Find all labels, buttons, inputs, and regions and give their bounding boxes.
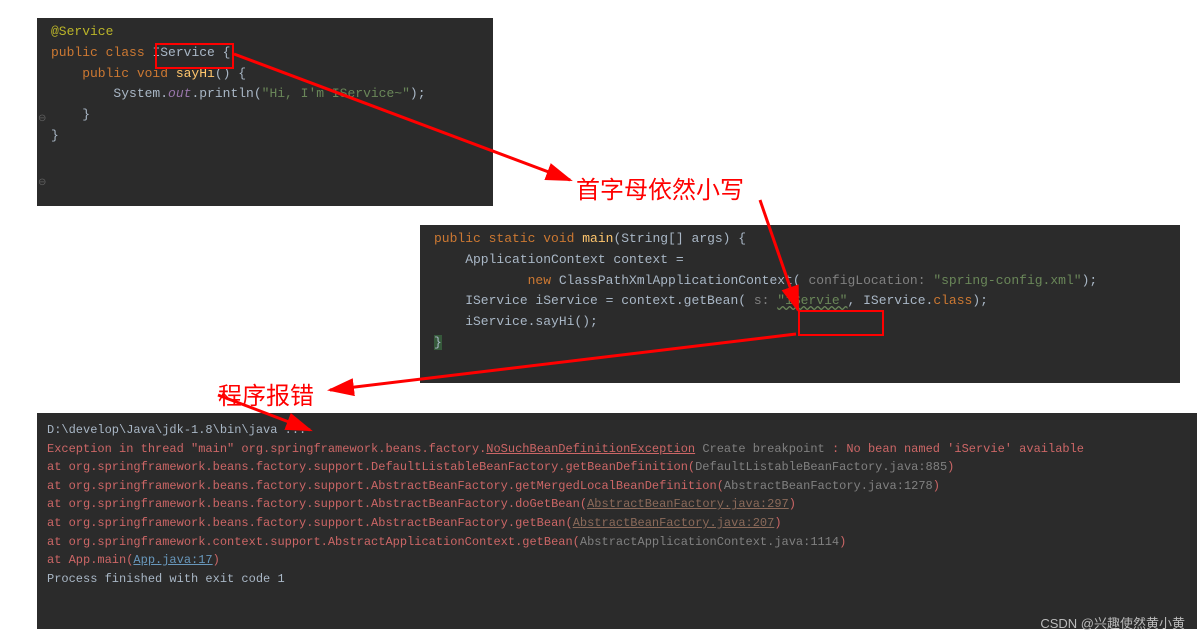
console-output-panel: D:\develop\Java\jdk-1.8\bin\java ... Exc…: [37, 413, 1197, 629]
stacktrace-link[interactable]: App.java:17: [133, 553, 212, 567]
code-line: }: [37, 126, 493, 147]
param-hint: configLocation:: [809, 273, 934, 288]
code-line: }: [420, 333, 1180, 354]
code-line: public class IService {: [37, 43, 493, 64]
bean-name-string: "iServie": [777, 293, 847, 308]
annotation-text-lowercase: 首字母依然小写: [576, 170, 744, 205]
code-line: iService.sayHi();: [420, 312, 1180, 333]
gutter-collapse-icon[interactable]: ⊖: [38, 113, 46, 125]
code-panel-class-definition: @Service public class IService { public …: [37, 18, 493, 206]
console-line: at App.main(App.java:17): [47, 551, 1197, 570]
console-line: at org.springframework.context.support.A…: [47, 533, 1197, 552]
code-line: }: [37, 105, 493, 126]
gutter-collapse-icon[interactable]: ⊖: [38, 177, 46, 189]
code-panel-main-method: public static void main(String[] args) {…: [420, 225, 1180, 383]
console-line: D:\develop\Java\jdk-1.8\bin\java ...: [47, 421, 1197, 440]
console-line: Process finished with exit code 1: [47, 570, 1197, 589]
stacktrace-link[interactable]: AbstractBeanFactory.java:207: [573, 516, 775, 530]
console-line: at org.springframework.beans.factory.sup…: [47, 477, 1197, 496]
code-line: public void sayHi() {: [37, 64, 493, 85]
code-line: @Service: [37, 22, 493, 43]
console-line: Exception in thread "main" org.springfra…: [47, 440, 1197, 459]
watermark: CSDN @兴趣使然黄小黄: [1040, 613, 1185, 632]
code-line: new ClassPathXmlApplicationContext( conf…: [420, 271, 1180, 292]
code-line: System.out.println("Hi, I'm IService~");: [37, 84, 493, 105]
code-line: ApplicationContext context =: [420, 250, 1180, 271]
console-line: at org.springframework.beans.factory.sup…: [47, 458, 1197, 477]
exception-link[interactable]: NoSuchBeanDefinitionException: [486, 442, 695, 456]
code-line: public static void main(String[] args) {: [420, 229, 1180, 250]
console-line: at org.springframework.beans.factory.sup…: [47, 495, 1197, 514]
console-line: at org.springframework.beans.factory.sup…: [47, 514, 1197, 533]
annotation-service: @Service: [51, 24, 113, 39]
code-line: IService iService = context.getBean( s: …: [420, 291, 1180, 312]
class-name-iservice: IService: [152, 45, 214, 60]
stacktrace-link[interactable]: AbstractBeanFactory.java:297: [587, 497, 789, 511]
annotation-text-error: 程序报错: [218, 376, 314, 411]
param-hint: s:: [754, 293, 777, 308]
